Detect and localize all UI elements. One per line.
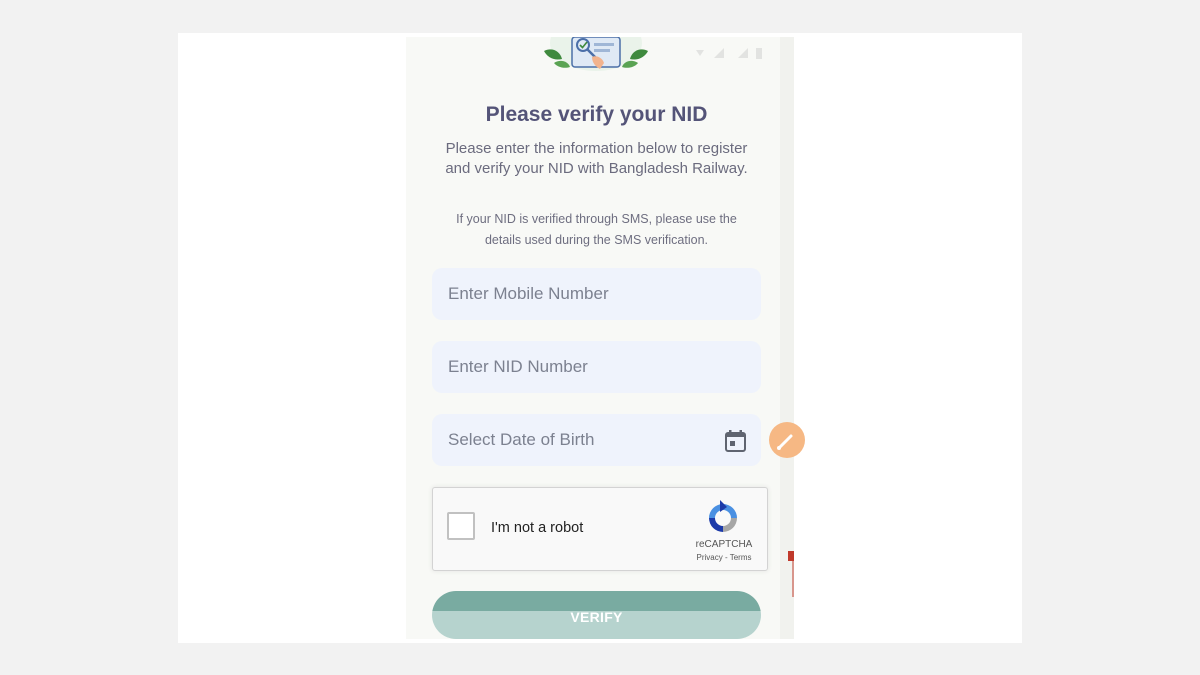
status-bar-icons xyxy=(696,48,762,59)
recaptcha-privacy-terms-links[interactable]: Privacy - Terms xyxy=(679,553,769,562)
sms-verification-note: If your NID is verified through SMS, ple… xyxy=(456,212,737,247)
calendar-icon[interactable] xyxy=(725,430,746,452)
date-of-birth-placeholder: Select Date of Birth xyxy=(448,430,595,449)
mobile-number-input[interactable]: Enter Mobile Number xyxy=(432,268,761,320)
page-subtitle: Please enter the information below to re… xyxy=(445,140,748,177)
recaptcha-brand-label: reCAPTCHA xyxy=(695,539,753,550)
recaptcha-label: I'm not a robot xyxy=(491,520,584,536)
frame-bottom-edge xyxy=(406,639,794,643)
nid-number-placeholder: Enter NID Number xyxy=(448,357,588,376)
verification-illustration-icon xyxy=(544,37,648,71)
red-pin-marker xyxy=(788,551,794,597)
edit-icon xyxy=(777,434,793,450)
nid-number-input[interactable]: Enter NID Number xyxy=(432,341,761,393)
mobile-number-placeholder: Enter Mobile Number xyxy=(448,284,609,303)
recaptcha-checkbox[interactable] xyxy=(447,512,475,540)
recaptcha-logo-icon xyxy=(709,500,737,532)
recaptcha-widget: I'm not a robot reCAPTCHA Privacy - Term… xyxy=(432,487,768,571)
date-of-birth-input[interactable]: Select Date of Birth xyxy=(432,414,761,466)
verify-button[interactable]: VERIFY xyxy=(432,591,761,639)
floating-edit-button[interactable] xyxy=(769,422,805,458)
page-title: Please verify your NID xyxy=(485,103,708,126)
phone-screen-edge xyxy=(780,37,794,639)
